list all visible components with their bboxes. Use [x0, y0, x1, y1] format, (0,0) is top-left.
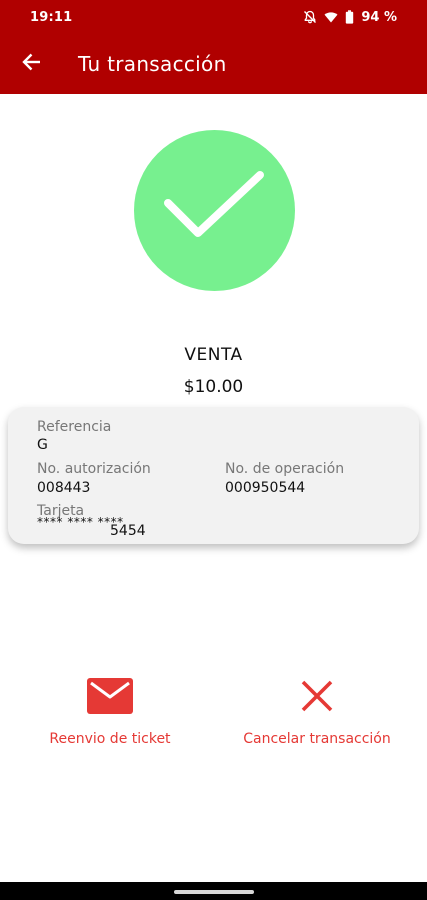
transaction-type: VENTA	[184, 345, 243, 365]
wifi-icon	[324, 10, 338, 24]
operation-label: No. de operación	[225, 461, 345, 477]
arrow-back-icon	[22, 52, 42, 76]
back-button[interactable]	[2, 34, 62, 94]
close-icon	[299, 678, 335, 718]
app-bar: 19:11 94 % Tu transacción	[0, 0, 427, 94]
home-gesture-handle[interactable]	[174, 890, 254, 894]
battery-percent: 94 %	[361, 9, 397, 25]
authorization-value: 008443	[37, 480, 91, 496]
cancel-transaction-label: Cancelar transacción	[243, 731, 391, 747]
check-icon	[160, 169, 270, 253]
resend-ticket-button[interactable]: Reenvio de ticket	[48, 678, 172, 747]
navigation-bar	[0, 882, 427, 900]
success-indicator	[134, 130, 295, 291]
authorization-label: No. autorización	[37, 461, 151, 477]
status-bar: 19:11 94 %	[0, 0, 427, 34]
mail-icon	[87, 678, 133, 718]
transaction-amount: $10.00	[183, 377, 244, 397]
card-last4: 5454	[110, 523, 146, 539]
transaction-details-card: Referencia G No. autorización 008443 No.…	[8, 407, 419, 544]
page-title: Tu transacción	[78, 52, 227, 76]
status-icons: 94 %	[303, 10, 397, 25]
status-time: 19:11	[30, 9, 73, 25]
operation-value: 000950544	[225, 480, 306, 496]
battery-icon	[345, 10, 354, 24]
toolbar: Tu transacción	[0, 34, 427, 94]
cancel-transaction-button[interactable]: Cancelar transacción	[242, 678, 392, 747]
bell-off-icon	[303, 10, 317, 24]
resend-ticket-label: Reenvio de ticket	[49, 731, 171, 747]
reference-value: G	[37, 437, 48, 453]
reference-label: Referencia	[37, 419, 112, 435]
